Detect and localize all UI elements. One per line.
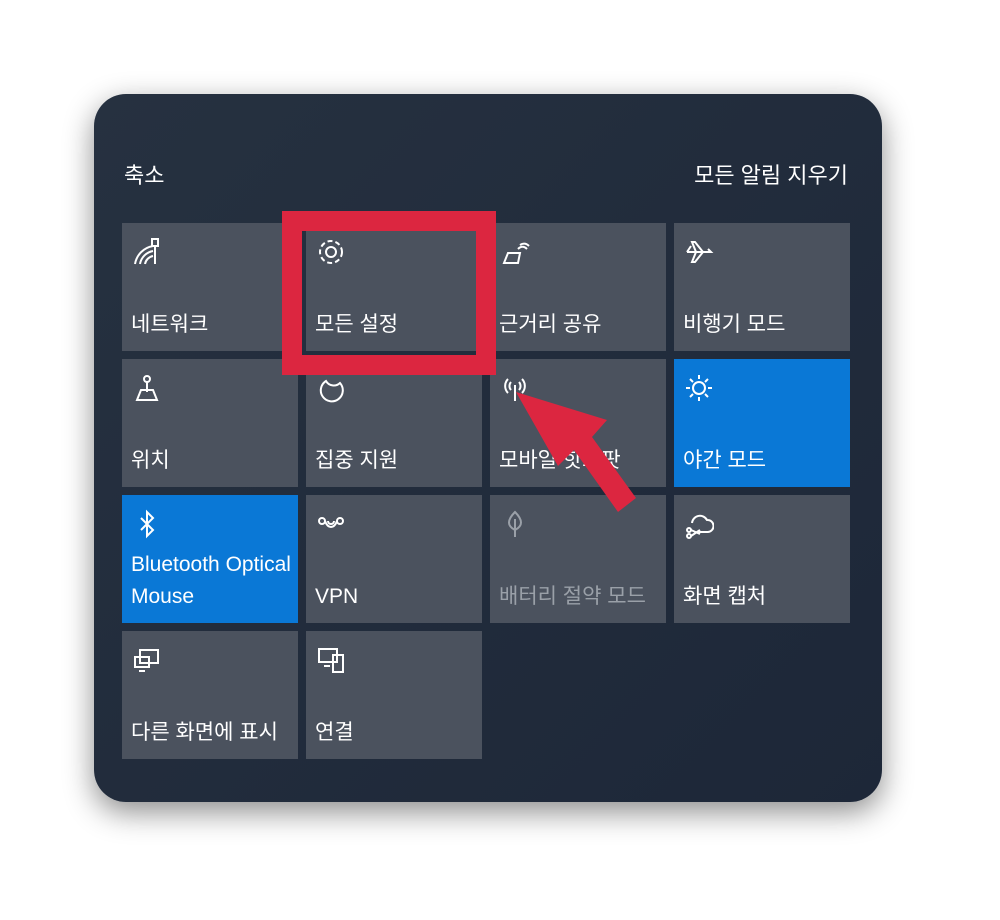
location-icon (135, 375, 159, 401)
quick-action-tile[interactable]: 화면 캡처 (674, 495, 850, 623)
airplane-icon (686, 241, 714, 263)
leaf-icon (508, 510, 522, 537)
tile-label: 네트워크 (131, 313, 209, 336)
quick-action-tile[interactable]: 다른 화면에 표시 (122, 631, 298, 759)
tile-label: 모바일 핫스팟 (499, 449, 621, 472)
connect-icon (318, 648, 344, 673)
quick-action-tile[interactable]: 비행기 모드 (674, 223, 850, 351)
tile-label: 화면 캡처 (683, 585, 767, 608)
collapse-link[interactable]: 축소 (124, 158, 164, 190)
tile-label: 위치 (131, 449, 170, 472)
tile-label: VPN (315, 585, 359, 608)
project-icon (134, 649, 159, 672)
snip-icon (686, 514, 714, 539)
quick-action-tile[interactable]: 모바일 핫스팟 (490, 359, 666, 487)
nearby-share-icon (502, 242, 530, 264)
tile-label: 연결 (315, 721, 354, 744)
clear-all-notifications-link[interactable]: 모든 알림 지우기 (694, 158, 848, 190)
tile-label: 배터리 절약 모드 (499, 585, 646, 608)
bluetooth-icon (140, 509, 155, 539)
quick-action-tile[interactable]: 집중 지원 (306, 359, 482, 487)
tile-label: 다른 화면에 표시 (131, 721, 278, 744)
hotspot-icon (504, 378, 526, 401)
quick-action-tile[interactable]: Bluetooth Optical Mouse (122, 495, 298, 623)
quick-action-tile[interactable]: VPN (306, 495, 482, 623)
tile-label: 야간 모드 (683, 449, 767, 472)
network-icon (134, 238, 159, 265)
tile-label: 근거리 공유 (499, 313, 602, 336)
night-light-icon (686, 375, 712, 401)
tile-label: Bluetooth Optical Mouse (131, 553, 291, 608)
tile-label: 집중 지원 (315, 449, 399, 472)
quick-action-tile[interactable]: 배터리 절약 모드 (490, 495, 666, 623)
tile-label: 비행기 모드 (683, 313, 786, 336)
vpn-icon (318, 517, 344, 528)
quick-action-tile[interactable]: 위치 (122, 359, 298, 487)
quick-action-tile[interactable]: 야간 모드 (674, 359, 850, 487)
moon-icon (319, 379, 344, 403)
quick-action-tile[interactable]: 연결 (306, 631, 482, 759)
quick-action-tile[interactable]: 근거리 공유 (490, 223, 666, 351)
highlight-box-annotation (282, 211, 496, 375)
quick-action-tile[interactable]: 네트워크 (122, 223, 298, 351)
